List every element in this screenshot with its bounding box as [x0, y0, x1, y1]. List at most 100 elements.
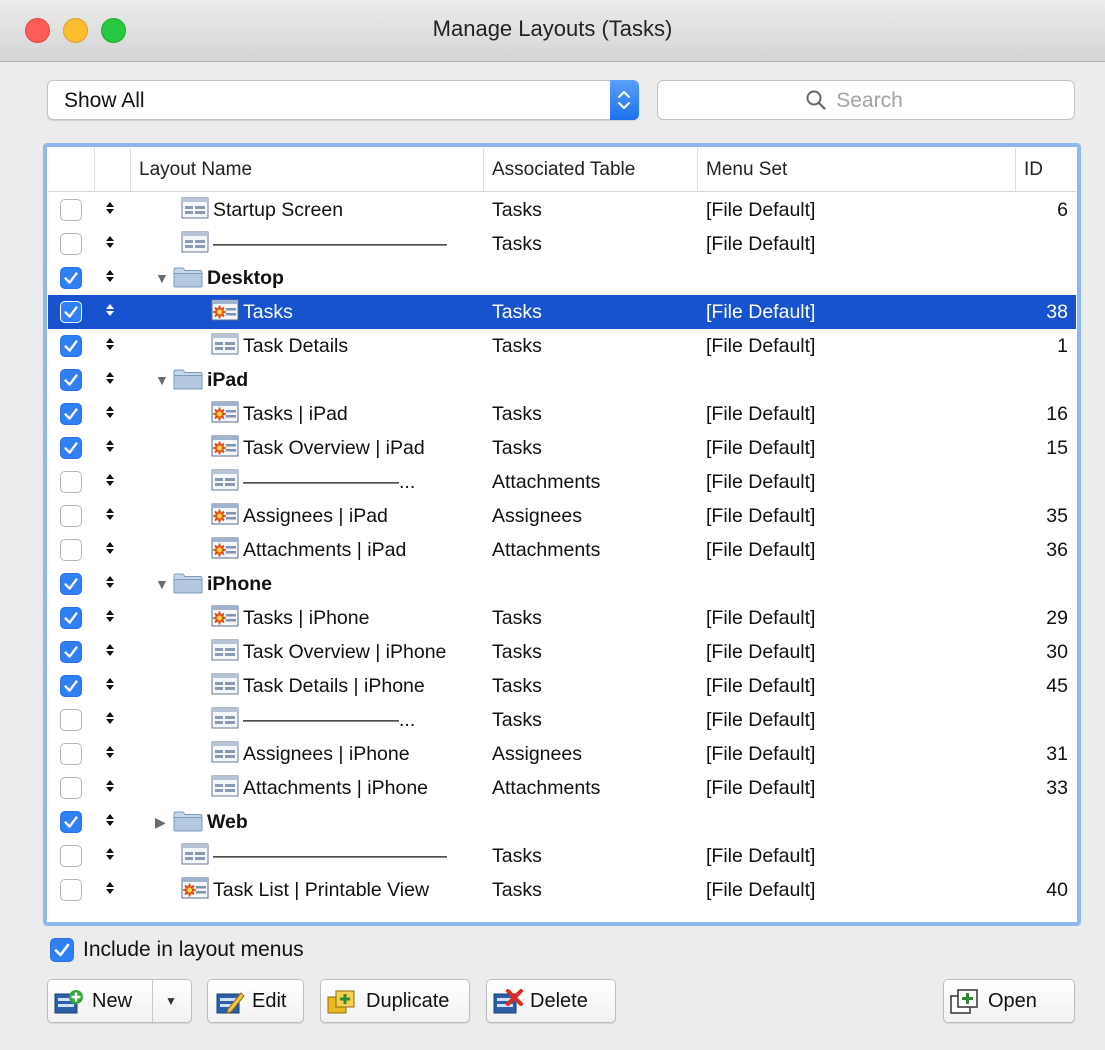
- list-layout-icon: [211, 774, 239, 809]
- disclosure-expanded-icon[interactable]: ▼: [155, 363, 173, 397]
- reorder-handle-icon[interactable]: [102, 363, 118, 397]
- open-layout-button[interactable]: Open: [943, 979, 1075, 1023]
- row-checkbox[interactable]: [60, 403, 82, 425]
- reorder-handle-icon[interactable]: [102, 295, 118, 329]
- layouts-table[interactable]: Layout Name Associated Table Menu Set ID…: [48, 148, 1076, 921]
- reorder-handle-icon[interactable]: [102, 737, 118, 771]
- include-in-layout-menus-checkbox[interactable]: [50, 938, 74, 962]
- disclosure-collapsed-icon[interactable]: ▶: [155, 805, 173, 839]
- folder-row[interactable]: ▶ Web: [48, 805, 1076, 839]
- starred-layout-icon: [211, 298, 239, 333]
- reorder-handle-icon[interactable]: [102, 771, 118, 805]
- row-checkbox[interactable]: [60, 845, 82, 867]
- reorder-handle-icon[interactable]: [102, 465, 118, 499]
- table-row[interactable]: ————————... Attachments [File Default]: [48, 465, 1076, 499]
- edit-layout-label: Edit: [252, 990, 287, 1012]
- row-checkbox[interactable]: [60, 471, 82, 493]
- table-row[interactable]: ———————————— Tasks [File Default]: [48, 839, 1076, 873]
- id-cell: 30: [1046, 641, 1068, 663]
- layout-name-cell: Tasks | iPhone: [141, 601, 484, 635]
- id-cell: [1010, 839, 1068, 873]
- row-checkbox[interactable]: [60, 437, 82, 459]
- row-checkbox[interactable]: [60, 675, 82, 697]
- reorder-handle-icon[interactable]: [102, 193, 118, 227]
- menu-set-cell: [File Default]: [706, 539, 816, 561]
- reorder-handle-icon[interactable]: [102, 499, 118, 533]
- column-header-checkbox[interactable]: [48, 148, 95, 192]
- duplicate-layout-button[interactable]: Duplicate: [320, 979, 470, 1023]
- reorder-handle-icon[interactable]: [102, 873, 118, 907]
- column-header-associated-table[interactable]: Associated Table: [484, 148, 698, 192]
- reorder-handle-icon[interactable]: [102, 567, 118, 601]
- table-row[interactable]: Tasks Tasks [File Default] 38: [48, 295, 1076, 329]
- row-checkbox[interactable]: [60, 301, 82, 323]
- column-header-order[interactable]: [95, 148, 131, 192]
- row-checkbox-cell: [60, 573, 82, 595]
- row-checkbox[interactable]: [60, 369, 82, 391]
- reorder-handle-icon[interactable]: [102, 227, 118, 261]
- row-checkbox[interactable]: [60, 811, 82, 833]
- menu-set-cell: [File Default]: [706, 301, 816, 323]
- search-input[interactable]: [836, 89, 927, 113]
- reorder-handle-icon[interactable]: [102, 703, 118, 737]
- table-row[interactable]: Tasks | iPad Tasks [File Default] 16: [48, 397, 1076, 431]
- row-checkbox[interactable]: [60, 267, 82, 289]
- row-checkbox-cell: [60, 505, 82, 527]
- reorder-handle-icon[interactable]: [102, 533, 118, 567]
- row-checkbox[interactable]: [60, 743, 82, 765]
- row-checkbox[interactable]: [60, 879, 82, 901]
- folder-row[interactable]: ▼ iPhone: [48, 567, 1076, 601]
- search-field[interactable]: [657, 80, 1075, 120]
- row-checkbox-cell: [60, 879, 82, 901]
- table-row[interactable]: Tasks | iPhone Tasks [File Default] 29: [48, 601, 1076, 635]
- row-checkbox[interactable]: [60, 777, 82, 799]
- table-row[interactable]: Startup Screen Tasks [File Default] 6: [48, 193, 1076, 227]
- table-row[interactable]: Task Details | iPhone Tasks [File Default]…: [48, 669, 1076, 703]
- disclosure-expanded-icon[interactable]: ▼: [155, 261, 173, 295]
- new-dropdown-arrow-icon[interactable]: ▼: [165, 980, 177, 1022]
- row-checkbox[interactable]: [60, 709, 82, 731]
- table-row[interactable]: Assignees | iPhone Assignees [File Default…: [48, 737, 1076, 771]
- reorder-handle-icon[interactable]: [102, 397, 118, 431]
- table-row[interactable]: Task Details Tasks [File Default] 1: [48, 329, 1076, 363]
- column-header-layout-name[interactable]: Layout Name: [131, 148, 484, 192]
- row-checkbox[interactable]: [60, 539, 82, 561]
- row-checkbox[interactable]: [60, 607, 82, 629]
- row-checkbox[interactable]: [60, 233, 82, 255]
- table-row[interactable]: Assignees | iPad Assignees [File Default] 3…: [48, 499, 1076, 533]
- table-row[interactable]: Attachments | iPhone Attachments [File Def…: [48, 771, 1076, 805]
- table-row[interactable]: Task List | Printable View Tasks [File Def…: [48, 873, 1076, 907]
- table-row[interactable]: ———————————— Tasks [File Default]: [48, 227, 1076, 261]
- reorder-handle-icon[interactable]: [102, 805, 118, 839]
- reorder-handle-icon[interactable]: [102, 261, 118, 295]
- row-checkbox-cell: [60, 369, 82, 391]
- new-layout-button[interactable]: New ▼: [47, 979, 192, 1023]
- reorder-handle-icon[interactable]: [102, 329, 118, 363]
- table-row[interactable]: Task Overview | iPhone Tasks [File Default…: [48, 635, 1076, 669]
- column-header-menu-set[interactable]: Menu Set: [698, 148, 1016, 192]
- id-cell: [1010, 465, 1068, 499]
- disclosure-expanded-icon[interactable]: ▼: [155, 567, 173, 601]
- row-checkbox[interactable]: [60, 199, 82, 221]
- table-row[interactable]: ————————... Tasks [File Default]: [48, 703, 1076, 737]
- edit-layout-button[interactable]: Edit: [207, 979, 304, 1023]
- row-checkbox[interactable]: [60, 641, 82, 663]
- menu-set-cell: [706, 805, 1006, 839]
- row-checkbox[interactable]: [60, 335, 82, 357]
- column-header-id[interactable]: ID: [1016, 148, 1076, 192]
- menu-set-cell: [706, 567, 1006, 601]
- row-checkbox[interactable]: [60, 505, 82, 527]
- reorder-handle-icon[interactable]: [102, 669, 118, 703]
- associated-table-cell: Tasks: [492, 641, 542, 663]
- reorder-handle-icon[interactable]: [102, 601, 118, 635]
- reorder-handle-icon[interactable]: [102, 635, 118, 669]
- row-checkbox[interactable]: [60, 573, 82, 595]
- reorder-handle-icon[interactable]: [102, 839, 118, 873]
- table-row[interactable]: Task Overview | iPad Tasks [File Default] 1…: [48, 431, 1076, 465]
- folder-row[interactable]: ▼ iPad: [48, 363, 1076, 397]
- delete-layout-button[interactable]: Delete: [486, 979, 616, 1023]
- layout-filter-popup[interactable]: Show All: [47, 80, 639, 120]
- folder-row[interactable]: ▼ Desktop: [48, 261, 1076, 295]
- reorder-handle-icon[interactable]: [102, 431, 118, 465]
- table-row[interactable]: Attachments | iPad Attachments [File Defau…: [48, 533, 1076, 567]
